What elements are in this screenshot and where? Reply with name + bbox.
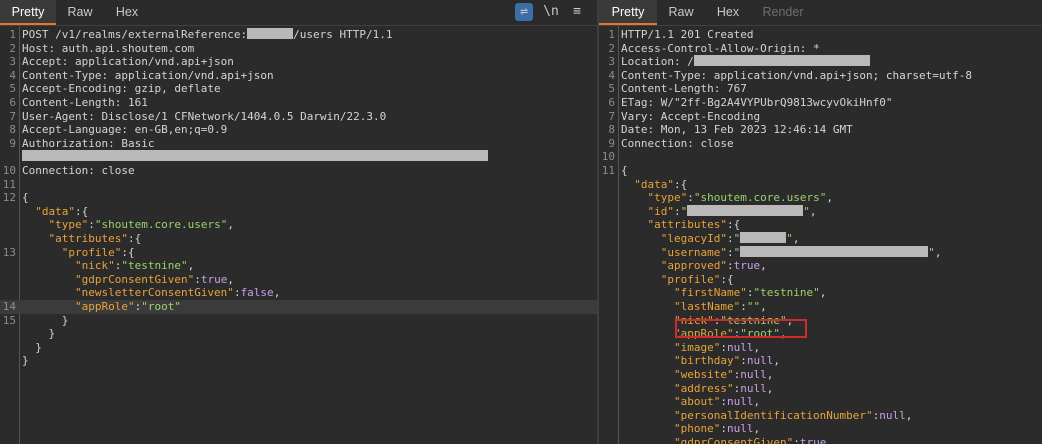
redacted-block bbox=[693, 55, 870, 67]
code-line: 10 Connection: close bbox=[2, 164, 135, 177]
code-line: "lastName":"", bbox=[673, 300, 767, 313]
redacted-block bbox=[247, 28, 294, 39]
code-line: "attributes":{ bbox=[647, 218, 741, 232]
response-editor[interactable]: 1 HTTP/1.1 201 Created 2 Access-Control-Al… bbox=[599, 26, 1042, 444]
code-line: "data":{ bbox=[634, 177, 688, 191]
highlight-box bbox=[675, 319, 807, 338]
request-pane[interactable]: Pretty Raw Hex ⇌ \n ≡ 1 POST /v1/realms/e… bbox=[0, 0, 597, 444]
code-line: } bbox=[22, 354, 29, 368]
code-line: } bbox=[22, 327, 56, 341]
response-tab-pretty[interactable]: Pretty bbox=[599, 0, 657, 25]
code-line: "birthday":null, bbox=[673, 354, 780, 368]
code-line: 10 bbox=[601, 150, 615, 164]
code-line: "type":"shoutem.core.users", bbox=[647, 191, 833, 205]
code-line: "attributes":{ bbox=[48, 232, 142, 245]
code-line: } bbox=[22, 340, 42, 354]
request-tabbar: Pretty Raw Hex ⇌ \n ≡ bbox=[0, 0, 597, 26]
code-line: 4 Content-Type: application/vnd.api+json;… bbox=[608, 68, 972, 82]
code-line: 7 Vary: Accept-Encoding bbox=[608, 109, 761, 123]
code-line: 3 Accept: application/vnd.api+json bbox=[9, 55, 234, 69]
code-line: 13 "profile":{ bbox=[2, 245, 135, 259]
request-tab-hex[interactable]: Hex bbox=[104, 0, 150, 25]
code-line: "personalIdentificationNumber":null, bbox=[673, 408, 913, 422]
code-line: "profile":{ bbox=[660, 272, 734, 286]
code-line: "username":" ", bbox=[660, 245, 942, 259]
response-tab-raw[interactable]: Raw bbox=[657, 0, 705, 25]
code-line: 15 } bbox=[2, 313, 69, 327]
show-newlines-icon[interactable]: \n bbox=[540, 3, 562, 21]
request-editor[interactable]: 1 POST /v1/realms/externalReference:/user… bbox=[0, 26, 597, 444]
code-line bbox=[0, 150, 597, 164]
code-line: 5 Accept-Encoding: gzip, deflate bbox=[9, 82, 221, 96]
request-tab-raw[interactable]: Raw bbox=[56, 0, 104, 25]
response-tab-render: Render bbox=[762, 5, 804, 19]
code-line: 8 Date: Mon, 13 Feb 2023 12:46:14 GMT bbox=[608, 123, 853, 137]
code-line: "phone":null, bbox=[673, 422, 761, 436]
code-line: "legacyId":" ", bbox=[660, 232, 800, 245]
code-line: 6 Content-Length: 161 bbox=[9, 96, 148, 109]
code-line: "appRole":"root", bbox=[673, 327, 787, 341]
code-line: "firstName":"testnine", bbox=[673, 286, 827, 300]
code-line: 12{ bbox=[2, 191, 29, 205]
code-line: "type":"shoutem.core.users", bbox=[48, 218, 234, 232]
code-line: 5 Content-Length: 767 bbox=[608, 82, 747, 96]
code-line: "data":{ bbox=[35, 204, 89, 218]
code-line: 6 ETag: W/"2ff-Bg2A4VYPUbrQ9813wcyvOkiHnf… bbox=[608, 96, 893, 109]
code-line: 9 Authorization: Basic bbox=[9, 136, 155, 150]
request-tab-pretty[interactable]: Pretty bbox=[0, 0, 56, 25]
redacted-block bbox=[740, 232, 787, 243]
code-line: "image":null, bbox=[673, 340, 761, 354]
code-line: "gdprConsentGiven":true, bbox=[673, 436, 833, 444]
code-line: 11{ bbox=[601, 164, 628, 177]
code-line: "approved":true, bbox=[660, 259, 767, 273]
code-line: 1 POST /v1/realms/externalReference:/user… bbox=[9, 28, 393, 41]
code-line: "id":" ", bbox=[647, 204, 817, 218]
redacted-block bbox=[740, 245, 929, 257]
code-line: 4 Content-Type: application/vnd.api+json bbox=[9, 68, 274, 82]
code-line: "newsletterConsentGiven":false, bbox=[74, 286, 281, 300]
code-line: "website":null, bbox=[673, 368, 774, 381]
code-line: "about":null, bbox=[673, 395, 761, 409]
code-line: 9 Connection: close bbox=[608, 136, 734, 150]
redacted-block bbox=[22, 150, 488, 162]
code-line: "nick":"testnine", bbox=[673, 313, 794, 327]
menu-icon[interactable]: ≡ bbox=[568, 3, 586, 21]
code-line: 11 bbox=[2, 177, 16, 191]
code-line: "gdprConsentGiven":true, bbox=[74, 272, 234, 286]
code-line: 7 User-Agent: Disclose/1 CFNetwork/1404.0… bbox=[9, 109, 387, 123]
code-line: 2 Access-Control-Allow-Origin: * bbox=[608, 41, 820, 55]
code-line: 2 Host: auth.api.shoutem.com bbox=[9, 41, 195, 55]
wrap-lines-icon[interactable]: ⇌ bbox=[515, 3, 533, 21]
response-pane[interactable]: Pretty Raw Hex Render 1 HTTP/1.1 201 Crea… bbox=[599, 0, 1042, 444]
response-tabbar: Pretty Raw Hex Render bbox=[599, 0, 1042, 26]
redacted-block bbox=[687, 204, 804, 216]
response-tab-hex[interactable]: Hex bbox=[705, 0, 751, 25]
code-line: 8 Accept-Language: en-GB,en;q=0.9 bbox=[9, 123, 228, 137]
code-line: "address":null, bbox=[673, 381, 774, 395]
code-line: 1 HTTP/1.1 201 Created bbox=[608, 28, 754, 41]
code-line-highlighted: 14 "appRole":"root" bbox=[0, 300, 597, 314]
code-line: "nick":"testnine", bbox=[74, 259, 195, 273]
code-line: 3 Location: / bbox=[599, 55, 1042, 69]
